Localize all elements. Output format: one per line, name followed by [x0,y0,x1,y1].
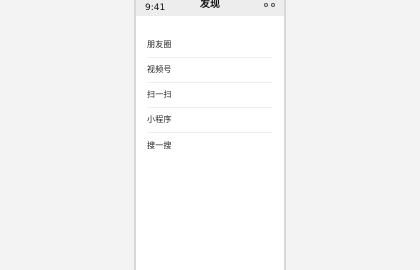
list-item-label: 搜一搜 [147,140,172,150]
list-item-label: 视频号 [147,65,172,74]
list-item-label: 小程序 [147,115,172,124]
list-item-channels[interactable]: 视频号 [147,58,272,83]
status-icons [264,3,275,7]
phone-screen: 9:41 发现 朋友圈 视频号 扫一扫 小程序 搜一搜 [134,0,286,270]
list-item-scan[interactable]: 扫一扫 [147,83,272,108]
list-item-label: 扫一扫 [147,90,172,99]
circle-icon [271,3,275,7]
page-title: 发现 [200,0,220,10]
discover-list: 朋友圈 视频号 扫一扫 小程序 搜一搜 [147,33,272,158]
list-item-mini-programs[interactable]: 小程序 [147,108,272,133]
circle-icon [264,3,268,7]
top-bar: 9:41 发现 [136,0,284,16]
list-item-search[interactable]: 搜一搜 [147,133,272,158]
list-item-label: 朋友圈 [147,40,172,49]
list-item-moments[interactable]: 朋友圈 [147,33,272,58]
